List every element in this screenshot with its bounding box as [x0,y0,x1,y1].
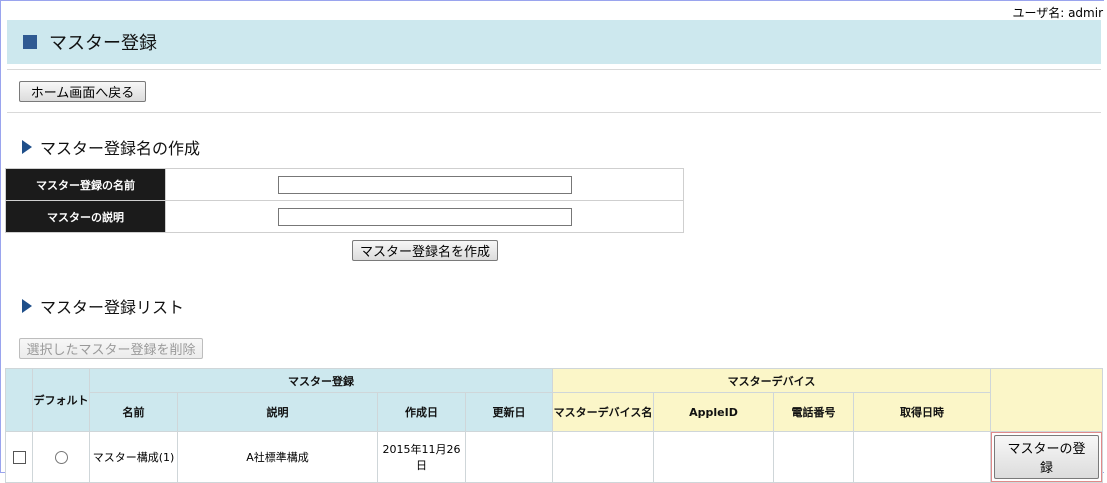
row-checkbox[interactable] [12,450,26,464]
create-form-table: マスター登録の名前 マスターの説明 [5,168,684,233]
row-phone [773,431,854,483]
divider [7,69,1101,70]
table-row: マスター構成(1) A社標準構成 2015年11月26日 マスターの登録 [5,431,1103,483]
list-section-heading: マスター登録リスト [22,294,184,318]
col-device-name: マスターデバイス名 [552,392,654,432]
col-name: 名前 [89,392,178,432]
col-apple-id: AppleID [653,392,774,432]
list-section-title: マスター登録リスト [40,298,185,317]
divider [7,112,1101,113]
master-description-label: マスターの説明 [5,200,166,233]
row-created: 2015年11月26日 [377,431,466,483]
create-section-heading: マスター登録名の作成 [22,135,200,159]
create-section-title: マスター登録名の作成 [40,139,201,158]
page-title: マスター登録 [49,33,157,54]
col-default: デフォルト [32,368,90,432]
master-name-label: マスター登録の名前 [5,168,166,201]
row-updated [465,431,553,483]
row-device-name [552,431,654,483]
col-created: 作成日 [377,392,466,432]
row-description: A社標準構成 [177,431,378,483]
register-master-highlight: マスターの登録 [991,432,1102,482]
col-phone: 電話番号 [773,392,854,432]
delete-selected-button[interactable]: 選択したマスター登録を削除 [19,338,203,359]
create-master-name-button[interactable]: マスター登録名を作成 [352,240,498,261]
group-master-device: マスターデバイス [552,368,991,393]
master-description-input[interactable] [278,207,572,226]
register-master-button[interactable]: マスターの登録 [994,435,1099,479]
row-acquired [853,431,991,483]
section-arrow-icon [22,140,32,154]
col-acquired: 取得日時 [853,392,991,432]
title-bar: マスター登録 [7,20,1101,64]
row-name: マスター構成(1) [89,431,178,483]
section-arrow-icon [22,299,32,313]
user-name-label: ユーザ名: admir [1012,6,1103,20]
master-list-table: デフォルト マスター登録 マスターデバイス 名前 説明 作成日 更新日 マスター… [5,368,1103,483]
row-apple-id [653,431,774,483]
col-description: 説明 [177,392,378,432]
group-master-registration: マスター登録 [89,368,553,393]
title-square-icon [23,35,37,49]
master-name-input[interactable] [278,175,572,194]
home-button[interactable]: ホーム画面へ戻る [19,81,146,102]
default-radio[interactable] [54,450,68,464]
col-updated: 更新日 [465,392,553,432]
